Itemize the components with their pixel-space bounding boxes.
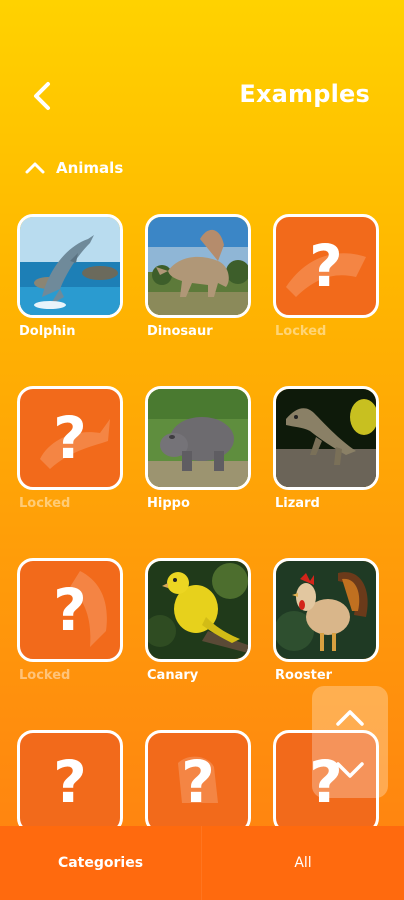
locked-tile: ?: [273, 214, 379, 318]
example-card-locked[interactable]: ?: [17, 730, 123, 834]
example-card-locked[interactable]: ?: [145, 730, 251, 834]
lizard-image: [273, 386, 379, 490]
example-card-dolphin[interactable]: Dolphin: [17, 214, 123, 339]
example-card-canary[interactable]: Canary: [145, 558, 251, 683]
question-mark-icon: ?: [53, 576, 87, 644]
locked-tile: ?: [17, 558, 123, 662]
categories-tab[interactable]: Categories: [0, 826, 202, 900]
question-mark-icon: ?: [181, 748, 215, 816]
all-tab[interactable]: All: [202, 826, 404, 900]
rooster-image: [273, 558, 379, 662]
example-label: Hippo: [147, 496, 190, 511]
locked-tile: ?: [17, 386, 123, 490]
canary-image: [145, 558, 251, 662]
example-label: Dolphin: [19, 324, 76, 339]
example-card-locked[interactable]: ? Locked: [17, 386, 123, 511]
question-mark-icon: ?: [53, 404, 87, 472]
locked-tile: ?: [145, 730, 251, 834]
question-mark-icon: ?: [309, 232, 343, 300]
chevron-down-icon[interactable]: [334, 760, 366, 780]
example-card-hippo[interactable]: Hippo: [145, 386, 251, 511]
example-label: Locked: [275, 324, 327, 339]
question-mark-icon: ?: [53, 748, 87, 816]
locked-tile: ?: [17, 730, 123, 834]
example-card-locked[interactable]: ? Locked: [17, 558, 123, 683]
bottom-nav: Categories All: [0, 826, 404, 900]
example-label: Dinosaur: [147, 324, 213, 339]
example-card-lizard[interactable]: Lizard: [273, 386, 379, 511]
example-label: Locked: [19, 496, 71, 511]
chevron-up-icon[interactable]: [334, 708, 366, 728]
example-label: Locked: [19, 668, 71, 683]
example-label: Canary: [147, 668, 199, 683]
dinosaur-image: [145, 214, 251, 318]
hippo-image: [145, 386, 251, 490]
dolphin-image: [17, 214, 123, 318]
example-label: Lizard: [275, 496, 320, 511]
example-label: Rooster: [275, 668, 333, 683]
example-card-dinosaur[interactable]: Dinosaur: [145, 214, 251, 339]
example-card-rooster[interactable]: Rooster: [273, 558, 379, 683]
scroll-controls: [312, 686, 388, 798]
example-card-locked[interactable]: ? Locked: [273, 214, 379, 339]
